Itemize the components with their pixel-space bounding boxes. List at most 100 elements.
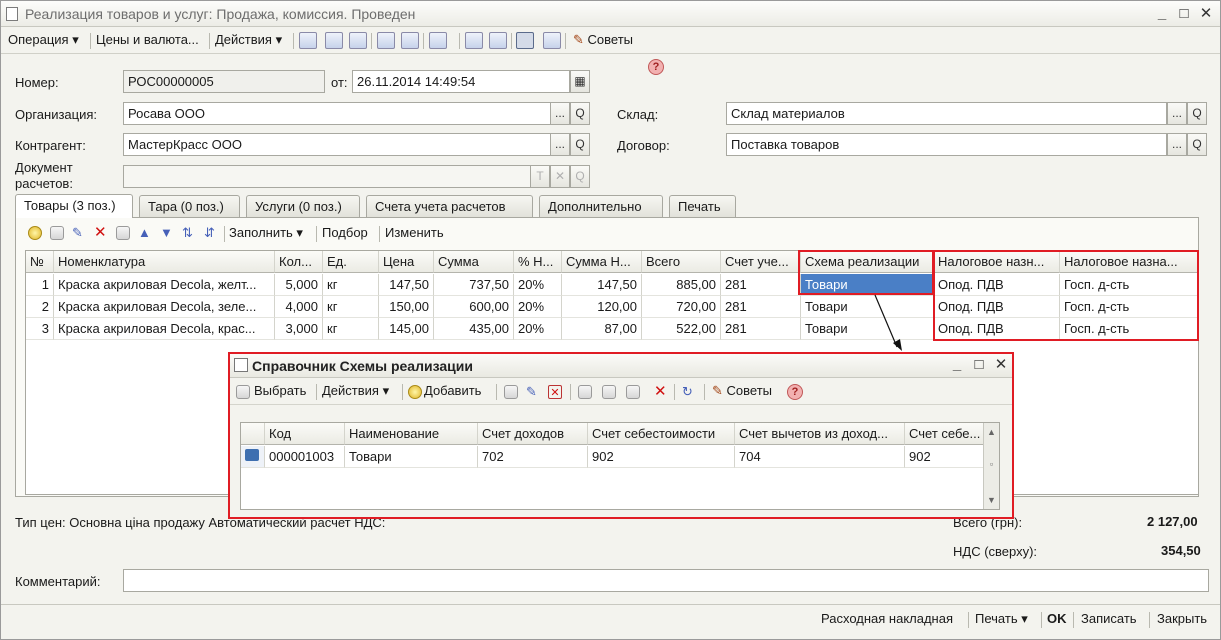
table-cell[interactable]: Товари xyxy=(345,446,478,468)
date-field[interactable]: 26.11.2014 14:49:54 xyxy=(352,70,570,93)
find-icon[interactable] xyxy=(349,32,367,49)
scroll-thumb[interactable]: ▫ xyxy=(985,457,998,471)
sort-asc-icon[interactable]: ⇅ xyxy=(182,226,196,240)
table-cell[interactable]: 902 xyxy=(588,446,735,468)
table-cell[interactable]: 147,50 xyxy=(379,274,434,296)
structure-icon[interactable] xyxy=(429,32,447,49)
table-cell[interactable]: 885,00 xyxy=(642,274,721,296)
table-cell[interactable]: Опод. ПДВ xyxy=(934,318,1060,340)
table-cell[interactable]: 435,00 xyxy=(434,318,514,340)
post-document-icon[interactable] xyxy=(299,32,317,49)
copy-item-icon[interactable] xyxy=(504,385,518,399)
table-cell[interactable]: 120,00 xyxy=(562,296,642,318)
contract-field[interactable]: Поставка товаров xyxy=(726,133,1167,156)
fill-menu[interactable]: Заполнить ▾ xyxy=(229,225,303,241)
column-header[interactable]: Кол... xyxy=(275,251,323,273)
table-cell[interactable]: 3 xyxy=(26,318,54,340)
table-cell[interactable]: 4,000 xyxy=(275,296,323,318)
table-cell[interactable]: кг xyxy=(323,318,379,340)
ok-button[interactable]: OK xyxy=(1047,611,1067,626)
scroll-down-icon[interactable]: ▼ xyxy=(985,493,998,507)
dt-kt-icon[interactable] xyxy=(516,32,534,49)
counterparty-open-icon[interactable]: Q xyxy=(570,133,590,156)
table-cell[interactable]: Товари xyxy=(801,318,934,340)
table-cell[interactable]: 702 xyxy=(478,446,588,468)
column-header[interactable]: Налоговое назн... xyxy=(934,251,1060,273)
counterparty-select-button[interactable]: ... xyxy=(550,133,570,156)
warehouse-field[interactable]: Склад материалов xyxy=(726,102,1167,125)
table-cell[interactable]: Товари xyxy=(801,296,934,318)
table-cell[interactable]: 902 xyxy=(905,446,985,468)
minimize-button[interactable]: _ xyxy=(1153,5,1171,23)
column-header[interactable]: Сумма xyxy=(434,251,514,273)
tab-additional[interactable]: Дополнительно xyxy=(539,195,663,217)
filter-history-icon[interactable] xyxy=(626,385,640,399)
movements-icon[interactable] xyxy=(489,32,507,49)
dialog-help-icon[interactable]: ? xyxy=(787,384,803,400)
dialog-maximize-button[interactable]: □ xyxy=(970,356,988,374)
move-down-icon[interactable]: ▼ xyxy=(160,226,174,240)
dialog-tips-button[interactable]: ✎ Советы xyxy=(712,383,772,399)
contract-select-button[interactable]: ... xyxy=(1167,133,1187,156)
clear-filter-icon[interactable]: ✕ xyxy=(654,384,668,399)
filter-by-value-icon[interactable] xyxy=(602,385,616,399)
invoice-print-button[interactable]: Расходная накладная xyxy=(821,611,953,626)
change-button[interactable]: Изменить xyxy=(385,225,444,240)
row-marker[interactable] xyxy=(241,446,265,468)
help-icon[interactable]: ? xyxy=(648,59,664,75)
prices-currency-button[interactable]: Цены и валюта... xyxy=(96,32,199,47)
write-button[interactable]: Записать xyxy=(1081,611,1137,626)
settlement-doc-field[interactable] xyxy=(123,165,531,188)
dialog-close-button[interactable]: ✕ xyxy=(992,356,1010,374)
table-cell[interactable]: 5,000 xyxy=(275,274,323,296)
column-header[interactable]: Схема реализации xyxy=(801,251,934,273)
edit-row-icon[interactable]: ✎ xyxy=(72,226,86,240)
number-field[interactable]: РОС00000005 xyxy=(123,70,325,93)
add-button[interactable]: Добавить xyxy=(424,383,481,398)
end-edit-icon[interactable] xyxy=(116,226,130,240)
column-header[interactable]: Всего xyxy=(642,251,721,273)
settlement-doc-clear-button[interactable]: ✕ xyxy=(550,165,570,188)
column-header[interactable]: Ед. xyxy=(323,251,379,273)
table-cell[interactable]: 147,50 xyxy=(562,274,642,296)
spellcheck-icon[interactable] xyxy=(465,32,483,49)
sort-desc-icon[interactable]: ⇵ xyxy=(204,226,218,240)
print-menu[interactable]: Печать ▾ xyxy=(975,611,1028,627)
move-up-icon[interactable]: ▲ xyxy=(138,226,152,240)
selection-button[interactable]: Подбор xyxy=(322,225,368,240)
organization-open-icon[interactable]: Q xyxy=(570,102,590,125)
actions-menu[interactable]: Действия ▾ xyxy=(215,32,282,48)
table-cell[interactable]: Госп. д-сть xyxy=(1060,318,1198,340)
close-button[interactable]: Закрыть xyxy=(1157,611,1207,626)
column-header[interactable]: Счет доходов xyxy=(478,423,588,445)
comment-field[interactable] xyxy=(123,569,1209,592)
table-cell[interactable]: Краска акриловая Decola, желт... xyxy=(54,274,275,296)
list-view-icon[interactable] xyxy=(543,32,561,49)
table-cell[interactable]: 87,00 xyxy=(562,318,642,340)
table-cell[interactable]: Опод. ПДВ xyxy=(934,296,1060,318)
refresh-icon[interactable] xyxy=(325,32,343,49)
column-header[interactable]: Код xyxy=(265,423,345,445)
table-cell[interactable]: Краска акриловая Decola, зеле... xyxy=(54,296,275,318)
column-header[interactable]: Счет вычетов из доход... xyxy=(735,423,905,445)
close-window-button[interactable]: ✕ xyxy=(1197,5,1215,23)
table-cell[interactable]: 600,00 xyxy=(434,296,514,318)
contract-open-icon[interactable]: Q xyxy=(1187,133,1207,156)
dialog-minimize-button[interactable]: _ xyxy=(948,356,966,374)
filter-icon[interactable] xyxy=(578,385,592,399)
table-cell[interactable]: 281 xyxy=(721,274,801,296)
table-cell[interactable]: 20% xyxy=(514,296,562,318)
column-header[interactable]: Наименование xyxy=(345,423,478,445)
column-header[interactable]: Налоговое назна... xyxy=(1060,251,1198,273)
table-cell[interactable]: 720,00 xyxy=(642,296,721,318)
table-cell[interactable]: 20% xyxy=(514,318,562,340)
table-cell[interactable]: Опод. ПДВ xyxy=(934,274,1060,296)
table-cell[interactable]: 000001003 xyxy=(265,446,345,468)
table-cell[interactable]: 150,00 xyxy=(379,296,434,318)
table-cell[interactable]: 1 xyxy=(26,274,54,296)
refresh-list-icon[interactable]: ↻ xyxy=(682,385,696,399)
delete-item-icon[interactable]: ✕ xyxy=(548,385,562,399)
table-cell[interactable]: 737,50 xyxy=(434,274,514,296)
column-header[interactable]: Номенклатура xyxy=(54,251,275,273)
table-cell[interactable]: Госп. д-сть xyxy=(1060,296,1198,318)
